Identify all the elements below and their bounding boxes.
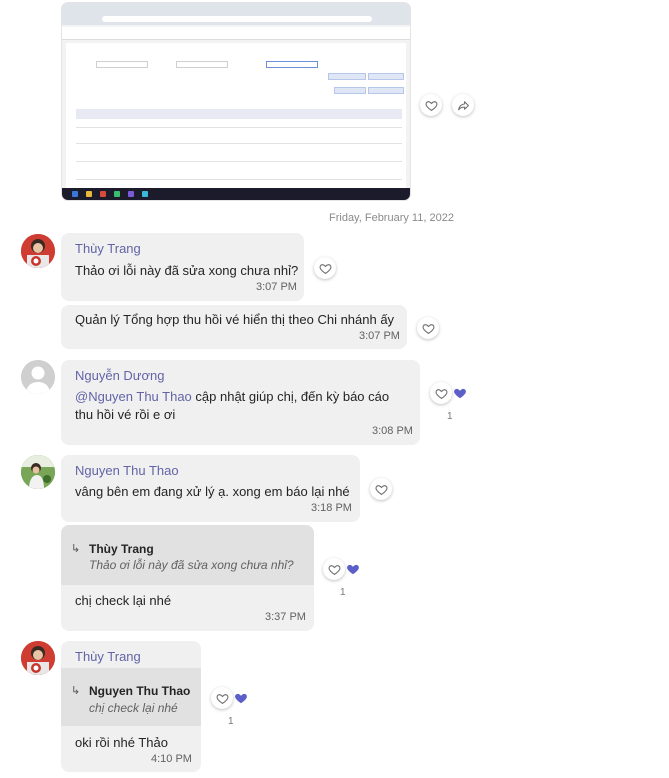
heart-outline-icon — [424, 100, 438, 111]
message-timestamp: 3:07 PM — [359, 330, 400, 342]
reaction-count: 1 — [228, 716, 234, 727]
thumb-taskbar-icon — [100, 191, 106, 197]
avatar-photo — [21, 641, 55, 675]
message-bubble[interactable]: Thùy Trang Thảo ơi lỗi này đã sửa xong c… — [61, 233, 304, 301]
avatar-photo — [21, 455, 55, 489]
thumb-table-header — [76, 109, 402, 119]
thumb-taskbar-icon — [128, 191, 134, 197]
heart-outline-icon — [318, 263, 332, 274]
reply-arrow-icon: ↳ — [71, 543, 81, 555]
thumb-taskbar — [62, 188, 410, 200]
avatar[interactable] — [21, 234, 55, 268]
heart-outline-icon — [421, 323, 435, 334]
heart-reaction[interactable] — [453, 386, 467, 400]
heart-outline-icon — [215, 693, 229, 704]
thumb-table-row — [76, 143, 402, 144]
thumb-field — [96, 61, 148, 68]
app-header-bar — [62, 27, 410, 40]
thumb-table-row — [76, 127, 402, 128]
sender-name: Nguyen Thu Thao — [75, 463, 179, 478]
thumb-table-row — [76, 179, 402, 180]
message-text: vâng bên em đang xử lý ạ. xong em báo lạ… — [75, 484, 350, 499]
heart-reaction[interactable] — [346, 562, 360, 576]
like-button[interactable] — [417, 317, 439, 339]
thumb-taskbar-icon — [114, 191, 120, 197]
heart-outline-icon — [374, 484, 388, 495]
message-timestamp: 3:08 PM — [372, 425, 413, 437]
like-button[interactable] — [323, 558, 345, 580]
heart-filled-icon — [235, 693, 247, 704]
avatar[interactable] — [21, 641, 55, 675]
sender-name: Thùy Trang — [75, 649, 141, 664]
reaction-count: 1 — [340, 587, 346, 598]
date-separator: Friday, February 11, 2022 — [329, 212, 454, 224]
thumbnail-page — [66, 43, 406, 191]
default-avatar-icon — [21, 360, 55, 394]
message-timestamp: 3:07 PM — [256, 281, 297, 293]
message-timestamp: 4:10 PM — [151, 753, 192, 765]
message-timestamp: 3:18 PM — [311, 502, 352, 514]
thumb-table-row — [76, 161, 402, 162]
sender-name: Thùy Trang — [75, 241, 141, 256]
message-bubble[interactable]: Nguyễn Dương @Nguyen Thu Thao cập nhật g… — [61, 360, 420, 445]
like-button[interactable] — [430, 382, 452, 404]
heart-reaction[interactable] — [234, 691, 248, 705]
heart-filled-icon — [347, 564, 359, 575]
share-button[interactable] — [452, 94, 474, 116]
avatar-photo — [21, 234, 55, 268]
message-text: chị check lại nhé — [75, 593, 172, 608]
quoted-message[interactable]: ↳ Thùy Trang Thảo ơi lỗi này đã sửa xong… — [61, 525, 314, 585]
thumb-taskbar-icon — [72, 191, 78, 197]
reaction-count: 1 — [447, 411, 453, 422]
thumb-taskbar-icon — [86, 191, 92, 197]
message-text: cập nhật giúp chị, đến kỳ báo cáo — [191, 389, 390, 404]
heart-outline-icon — [434, 388, 448, 399]
message-bubble[interactable]: ↳ Thùy Trang Thảo ơi lỗi này đã sửa xong… — [61, 525, 314, 631]
thumb-field — [176, 61, 228, 68]
message-text-line-1: @Nguyen Thu Thao cập nhật giúp chị, đến … — [75, 388, 389, 406]
message-bubble[interactable]: Nguyen Thu Thao vâng bên em đang xử lý ạ… — [61, 455, 360, 522]
like-button[interactable] — [370, 478, 392, 500]
quoted-text: Thảo ơi lỗi này đã sửa xong chưa nhỉ? — [89, 558, 294, 572]
thumb-button — [368, 87, 404, 94]
shared-screenshot-thumbnail[interactable] — [62, 3, 410, 200]
like-button[interactable] — [314, 257, 336, 279]
heart-outline-icon — [327, 564, 341, 575]
message-text: Quản lý Tổng hợp thu hồi vé hiển thị the… — [75, 312, 395, 327]
thumb-button — [334, 87, 366, 94]
message-text: Thảo ơi lỗi này đã sửa xong chưa nhỉ? — [75, 263, 299, 278]
quoted-author: Thùy Trang — [89, 542, 154, 556]
like-button[interactable] — [211, 687, 233, 709]
message-bubble[interactable]: Thùy Trang ↳ Nguyen Thu Thao chị check l… — [61, 641, 201, 772]
browser-address-bar — [102, 16, 372, 22]
thumb-button — [328, 73, 366, 80]
thumb-button — [368, 73, 404, 80]
avatar[interactable] — [21, 455, 55, 489]
thumb-taskbar-icon — [142, 191, 148, 197]
sender-name: Nguyễn Dương — [75, 368, 165, 383]
message-text: oki rồi nhé Thảo — [75, 735, 168, 750]
thumb-field — [266, 61, 318, 68]
quoted-text: chị check lại nhé — [89, 701, 178, 715]
message-timestamp: 3:37 PM — [265, 611, 306, 623]
quoted-message[interactable]: ↳ Nguyen Thu Thao chị check lại nhé — [61, 668, 201, 726]
message-text-line-2: thu hồi vé rồi e ơi — [75, 407, 176, 422]
message-bubble[interactable]: Quản lý Tổng hợp thu hồi vé hiển thị the… — [61, 305, 407, 349]
like-button[interactable] — [420, 94, 442, 116]
user-mention[interactable]: @Nguyen Thu Thao — [75, 389, 192, 404]
quoted-author: Nguyen Thu Thao — [89, 684, 191, 698]
avatar[interactable] — [21, 360, 55, 394]
heart-filled-icon — [454, 388, 466, 399]
reply-arrow-icon: ↳ — [71, 685, 81, 697]
share-arrow-icon — [457, 100, 469, 110]
